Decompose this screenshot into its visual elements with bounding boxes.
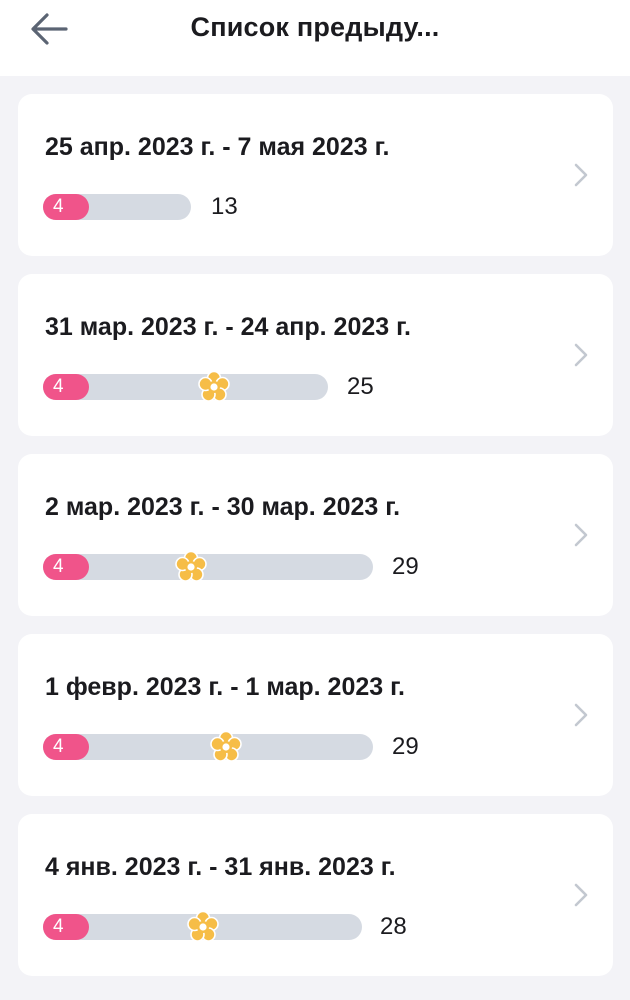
flower-icon [210, 730, 242, 762]
cycle-card[interactable]: 31 мар. 2023 г. - 24 апр. 2023 г. 4 25 [18, 274, 613, 436]
cycle-bar: 4 [43, 550, 373, 582]
flower-icon [175, 550, 207, 582]
cycle-length: 28 [380, 913, 407, 940]
chevron-right-icon [574, 703, 588, 727]
flower-icon [198, 370, 230, 402]
chevron-right-icon [574, 163, 588, 187]
period-days-badge: 4 [43, 374, 89, 400]
cycle-dates: 4 янв. 2023 г. - 31 янв. 2023 г. [45, 853, 396, 881]
cycle-length: 29 [392, 553, 419, 580]
period-days-badge: 4 [43, 734, 89, 760]
cycle-bar: 4 [43, 194, 191, 220]
cycle-dates: 25 апр. 2023 г. - 7 мая 2023 г. [45, 133, 390, 161]
chevron-right-icon [574, 883, 588, 907]
cycle-dates: 31 мар. 2023 г. - 24 апр. 2023 г. [45, 313, 411, 341]
cycle-card[interactable]: 25 апр. 2023 г. - 7 мая 2023 г. 4 13 [18, 94, 613, 256]
chevron-right-icon [574, 523, 588, 547]
app-header: Список предыду... [0, 0, 630, 76]
period-days-badge: 4 [43, 554, 89, 580]
cycle-card[interactable]: 2 мар. 2023 г. - 30 мар. 2023 г. 4 29 [18, 454, 613, 616]
cycle-dates: 1 февр. 2023 г. - 1 мар. 2023 г. [45, 673, 405, 701]
cycle-dates: 2 мар. 2023 г. - 30 мар. 2023 г. [45, 493, 401, 521]
flower-icon [187, 910, 219, 942]
period-days-badge: 4 [43, 914, 89, 940]
cycle-card[interactable]: 4 янв. 2023 г. - 31 янв. 2023 г. 4 28 [18, 814, 613, 976]
chevron-right-icon [574, 343, 588, 367]
cycle-bar: 4 [43, 910, 362, 942]
cycle-bar: 4 [43, 730, 373, 762]
cycle-length: 25 [347, 373, 374, 400]
cycle-bar: 4 [43, 370, 328, 402]
page-title: Список предыду... [190, 12, 440, 42]
cycle-card[interactable]: 1 февр. 2023 г. - 1 мар. 2023 г. 4 29 [18, 634, 613, 796]
cycle-length: 13 [211, 193, 238, 220]
period-days-badge: 4 [43, 194, 89, 220]
cycle-length: 29 [392, 733, 419, 760]
